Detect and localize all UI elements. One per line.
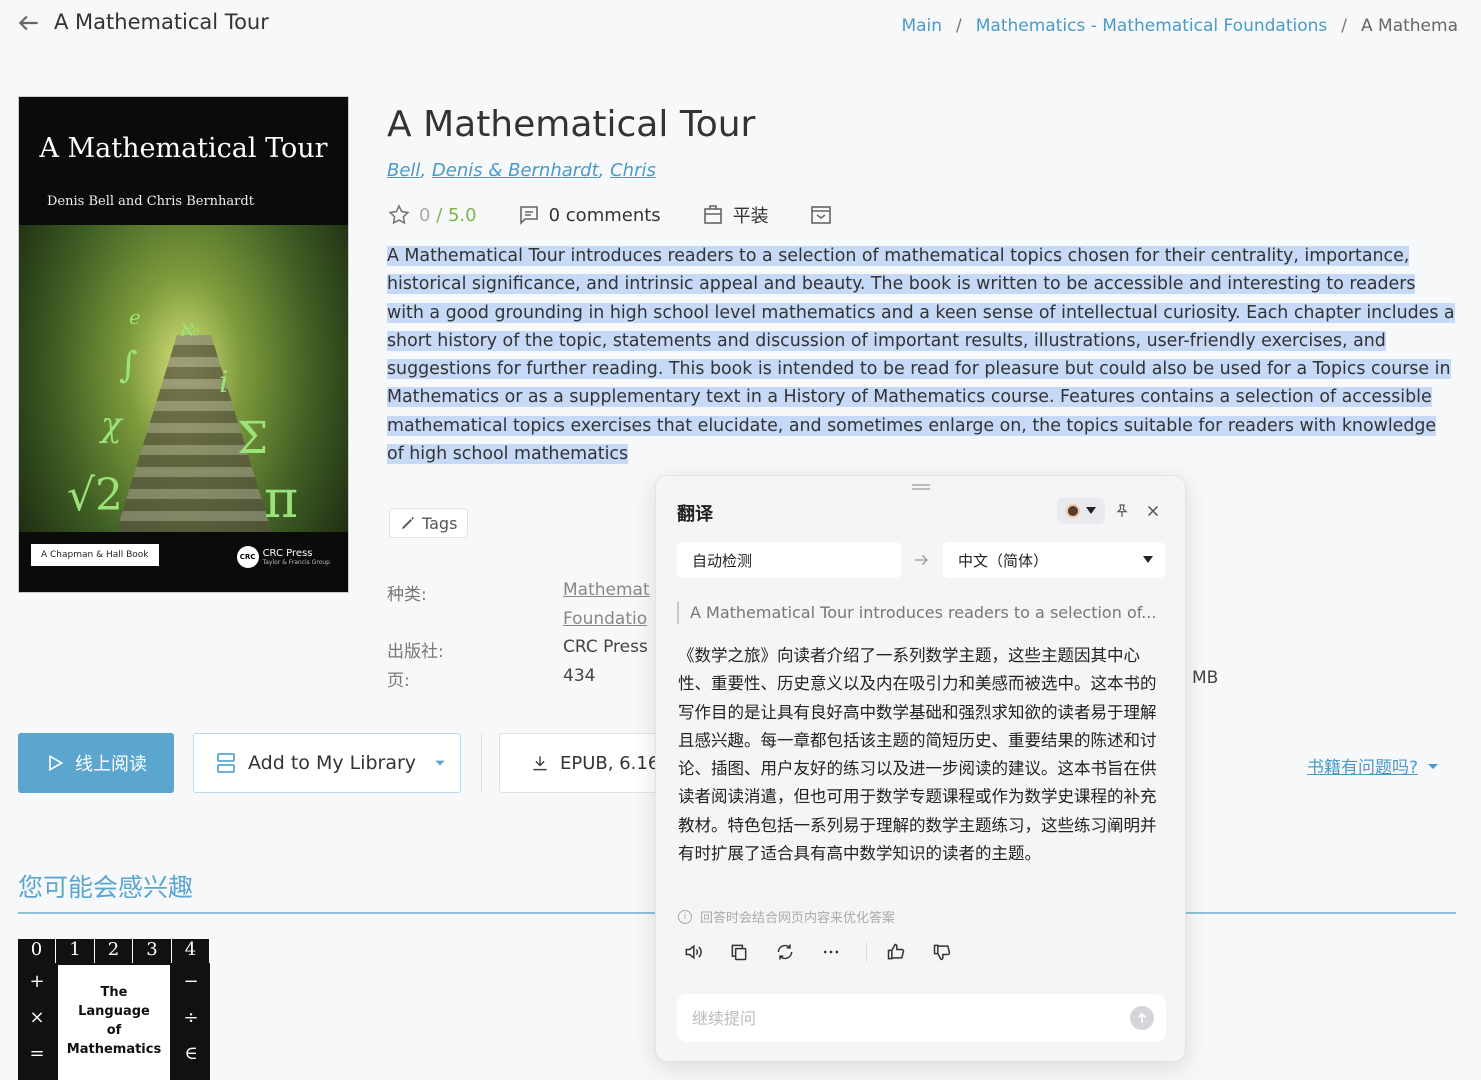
- avatar: [1066, 504, 1080, 518]
- translation-result: 《数学之旅》向读者介绍了一系列数学主题，这些主题因其中心性、重要性、历史意义以及…: [678, 646, 1157, 864]
- cover-glyph: 0: [18, 939, 56, 963]
- recommend-title: 您可能会感兴趣: [18, 873, 194, 902]
- publisher-value: CRC Press: [563, 637, 648, 657]
- arrow-right-icon: [915, 555, 928, 565]
- book-description: A Mathematical Tour introduces readers t…: [387, 246, 1455, 465]
- cover-glyph: +: [29, 971, 45, 992]
- rating-value: 0: [419, 204, 431, 226]
- pocket-icon: [810, 206, 831, 224]
- translate-popup: 翻译 自动检测 中文（简体） A Mathematical Tour intro…: [655, 475, 1186, 1062]
- top-bar: A Mathematical Tour Main / Mathematics -…: [0, 0, 1481, 50]
- library-icon: [217, 753, 235, 773]
- caret-down-icon: [1143, 556, 1153, 563]
- cover-title: A Mathematical Tour: [39, 133, 328, 164]
- rating[interactable]: 0 / 5.0: [387, 203, 477, 227]
- popup-title: 翻译: [677, 504, 713, 525]
- chevron-down-icon: [435, 760, 445, 766]
- star-icon: [388, 204, 410, 225]
- speaker-icon[interactable]: [682, 941, 704, 963]
- crc-press-logo: CRC CRC Press Taylor & Francis Group: [236, 546, 330, 568]
- book-title: A Mathematical Tour: [387, 104, 756, 145]
- meta-row: 0 / 5.0 0 comments 平装: [387, 201, 873, 229]
- cover-glyph: ∈: [184, 1043, 198, 1064]
- author-list: Bell, Denis & Bernhardt, Chris: [387, 160, 656, 181]
- author-link[interactable]: Chris: [610, 160, 656, 181]
- follow-up-box: [677, 994, 1166, 1042]
- recommended-title-line: The: [100, 985, 128, 1000]
- book-cover[interactable]: A Mathematical Tour Denis Bell and Chris…: [18, 96, 349, 593]
- binding: 平装: [701, 202, 769, 228]
- model-selector[interactable]: [1057, 498, 1105, 524]
- breadcrumb-main[interactable]: Main: [901, 16, 942, 36]
- recommended-title-line: of: [106, 1023, 122, 1038]
- source-text-preview: A Mathematical Tour introduces readers t…: [677, 602, 1167, 624]
- arrow-up-icon: [1137, 1012, 1147, 1023]
- pencil-icon: [402, 517, 414, 529]
- breadcrumb-current: A Mathematical Tour: [1361, 16, 1457, 36]
- breadcrumb-category[interactable]: Mathematics - Mathematical Foundations: [976, 16, 1328, 36]
- cover-authors: Denis Bell and Chris Bernhardt: [47, 194, 254, 209]
- comment-icon: [519, 206, 538, 225]
- save-to-pocket[interactable]: [809, 203, 833, 227]
- comments[interactable]: 0 comments: [517, 203, 661, 227]
- pin-icon[interactable]: [1114, 503, 1130, 519]
- info-note: i 回答时会结合网页内容来优化答案: [678, 907, 895, 926]
- target-language-select[interactable]: 中文（简体）: [943, 542, 1165, 578]
- copy-icon[interactable]: [728, 941, 750, 963]
- send-button[interactable]: [1130, 1006, 1154, 1030]
- thumbs-down-icon[interactable]: [931, 941, 953, 963]
- regenerate-icon[interactable]: [774, 941, 796, 963]
- caret-down-icon: [1086, 507, 1096, 514]
- source-language-select[interactable]: 自动检测: [677, 542, 901, 578]
- recommended-book-title: The Language of Mathematics: [58, 965, 170, 1080]
- cover-glyph: 3: [134, 939, 172, 963]
- file-size-unit: MB: [1192, 668, 1219, 688]
- category-link-2[interactable]: Foundatio: [563, 609, 647, 629]
- cover-series-tag: A Chapman & Hall Book: [31, 544, 159, 566]
- more-icon[interactable]: [820, 941, 842, 963]
- read-online-button[interactable]: 线上阅读: [18, 733, 174, 793]
- binding-type: 平装: [732, 206, 769, 227]
- author-link[interactable]: Bell: [387, 160, 420, 181]
- breadcrumb: Main / Mathematics - Mathematical Founda…: [901, 16, 1457, 36]
- rating-max: / 5.0: [436, 204, 477, 226]
- pages-value: 434: [563, 666, 596, 686]
- cover-glyph: 1: [57, 939, 95, 963]
- info-icon: i: [678, 909, 692, 924]
- cover-glyph: ×: [29, 1007, 45, 1028]
- chevron-down-icon: [1428, 763, 1439, 769]
- cover-glyph: 2: [95, 939, 133, 963]
- book-binding-icon: [703, 205, 722, 224]
- close-icon[interactable]: [1144, 502, 1162, 520]
- category-label: 种类:: [387, 585, 427, 605]
- drag-handle[interactable]: [912, 484, 930, 490]
- comments-count: 0 comments: [548, 204, 661, 226]
- cover-glyph: ÷: [183, 1007, 199, 1028]
- download-icon: [533, 756, 547, 771]
- cover-glyph: 4: [172, 939, 210, 963]
- report-problem-link[interactable]: 书籍有问题吗?: [1307, 753, 1439, 778]
- back-arrow-icon[interactable]: [16, 10, 42, 36]
- result-actions: [682, 941, 977, 963]
- cover-glyph: −: [183, 971, 199, 992]
- recommended-title-line: Language: [78, 1004, 150, 1019]
- recommended-book-cover[interactable]: 0 1 2 3 4 + × = − ÷ ∈ The Language of Mathematics: [18, 939, 210, 1080]
- pages-label: 页:: [387, 671, 410, 691]
- cover-glyph: =: [29, 1043, 45, 1064]
- publisher-label: 出版社:: [387, 642, 444, 662]
- author-link[interactable]: Denis & Bernhardt: [432, 160, 599, 181]
- header-title: A Mathematical Tour: [54, 10, 269, 34]
- play-icon: [49, 754, 64, 772]
- category-link-1[interactable]: Mathemat: [563, 580, 650, 600]
- tags-button[interactable]: Tags: [389, 508, 469, 538]
- follow-up-input[interactable]: [677, 994, 1097, 1042]
- add-to-library-button[interactable]: Add to My Library: [193, 733, 461, 793]
- thumbs-up-icon[interactable]: [885, 941, 907, 963]
- recommended-title-line: Mathematics: [66, 1042, 162, 1057]
